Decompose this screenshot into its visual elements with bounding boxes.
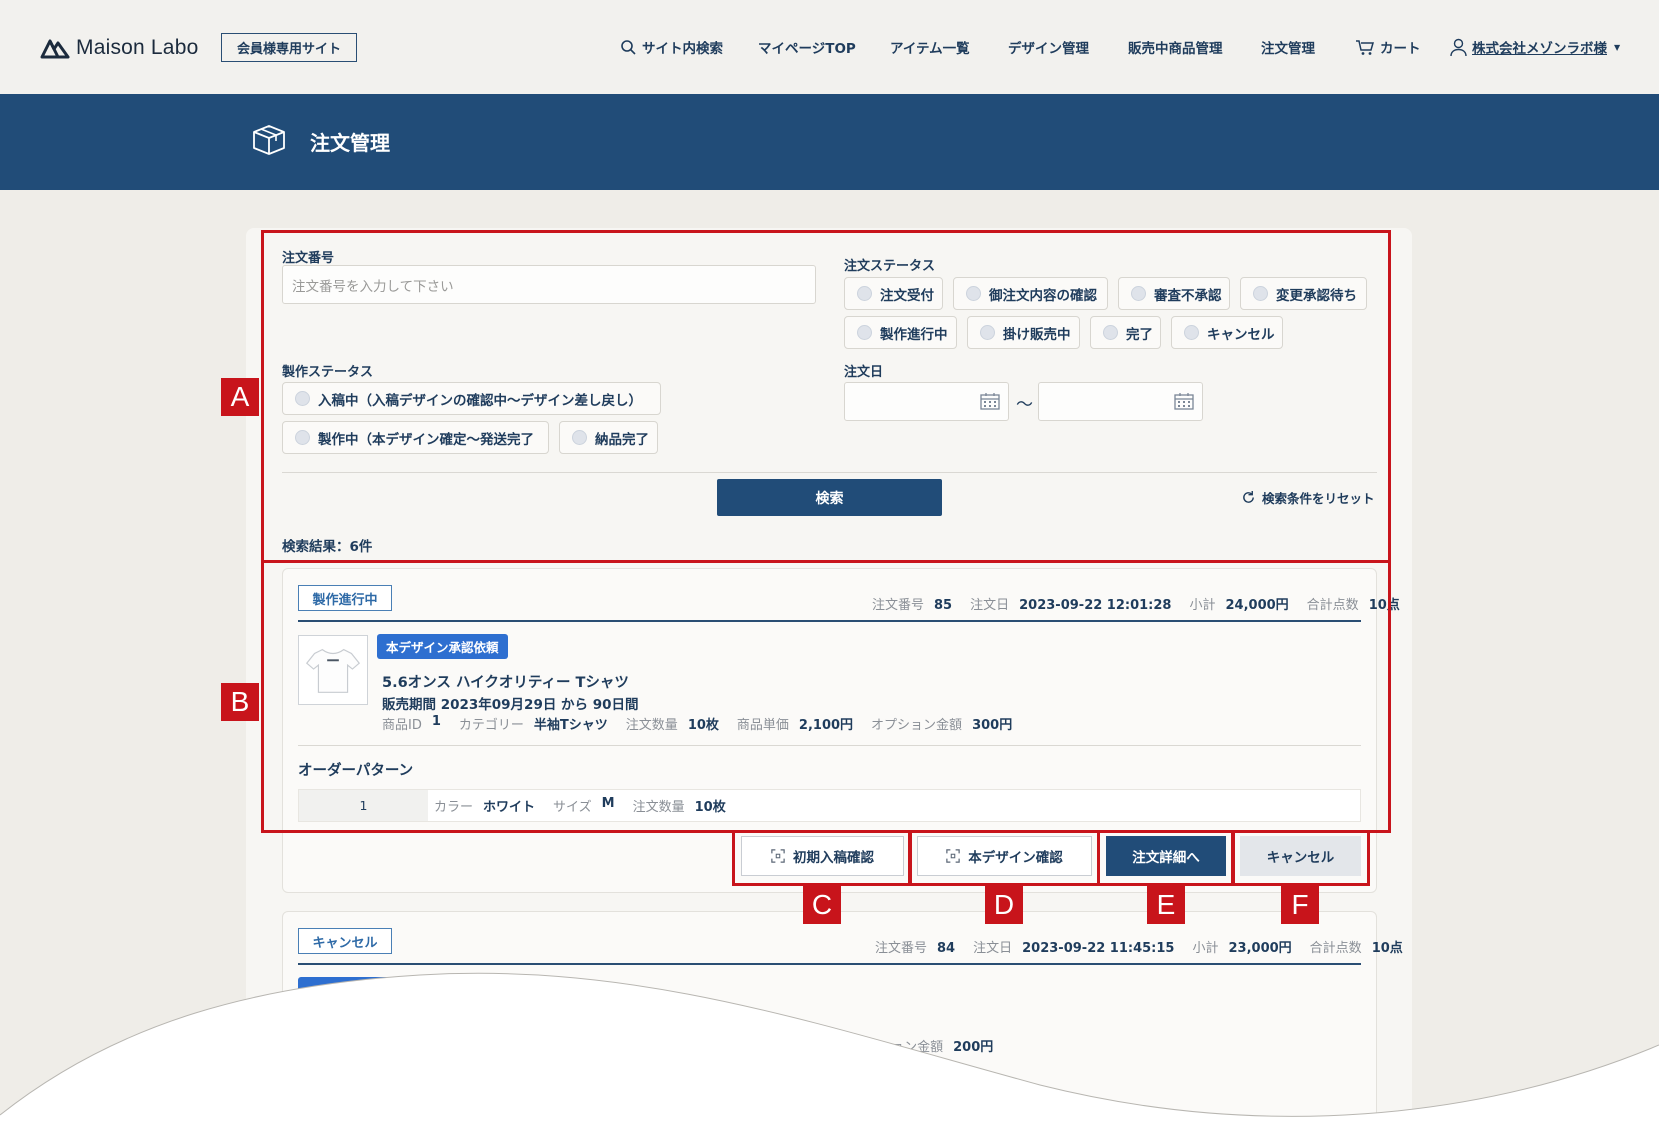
meta-value: 200円 bbox=[953, 1040, 994, 1055]
annotation-box-a bbox=[261, 230, 1391, 563]
nav-site-search[interactable]: サイト内検索 bbox=[620, 37, 723, 57]
site-header: Maison Labo 会員様専用サイト サイト内検索 マイページTOP アイテ… bbox=[0, 0, 1659, 94]
product-meta: 00円 オプション金額 200円 bbox=[803, 1036, 1001, 1055]
nav-order-management[interactable]: 注文管理 bbox=[1261, 37, 1315, 57]
logo-mark-icon bbox=[40, 39, 70, 59]
total-qty: 10点 bbox=[1371, 941, 1403, 956]
annotation-label-b: B bbox=[221, 683, 259, 721]
order-header-rule bbox=[298, 963, 1361, 965]
logo-text: Maison Labo bbox=[76, 36, 199, 59]
annotation-label-d: D bbox=[985, 886, 1023, 924]
annotation-label-e: E bbox=[1147, 886, 1185, 924]
meta-key: オプション金額 bbox=[852, 1040, 944, 1055]
nav-label: カート bbox=[1380, 41, 1421, 57]
order-meta: 注文番号 84 注文日 2023-09-22 11:45:15 小計 23,000円 … bbox=[875, 937, 1403, 956]
annotation-box-f bbox=[1231, 830, 1370, 886]
order-status-tag: キャンセル bbox=[298, 928, 392, 954]
logo[interactable]: Maison Labo bbox=[40, 36, 198, 60]
page-title-bar: 注文管理 bbox=[0, 94, 1659, 190]
annotation-label-c: C bbox=[803, 886, 841, 924]
subtotal: 23,000円 bbox=[1228, 941, 1292, 956]
annotation-label-a: A bbox=[221, 378, 259, 416]
nav-label: マイページTOP bbox=[758, 41, 856, 57]
search-icon bbox=[621, 39, 636, 55]
nav-selling-products[interactable]: 販売中商品管理 bbox=[1128, 37, 1223, 57]
meta-key: 注文番号 bbox=[875, 941, 928, 956]
meta-key: 注文日 bbox=[973, 941, 1013, 956]
annotation-box-b bbox=[261, 560, 1391, 833]
meta-value: 00円 bbox=[803, 1040, 835, 1055]
nav-user-menu[interactable]: 株式会社メゾンラボ様 ▼ bbox=[1450, 37, 1620, 57]
nav-label: デザイン管理 bbox=[1008, 41, 1089, 57]
nav-cart[interactable]: カート bbox=[1355, 37, 1421, 57]
user-name-label: 株式会社メゾンラボ様 bbox=[1472, 41, 1607, 57]
nav-label: 販売中商品管理 bbox=[1128, 41, 1223, 57]
design-approval-request-tag bbox=[298, 977, 506, 1002]
caret-down-icon: ▼ bbox=[1614, 42, 1621, 52]
meta-key: 合計点数 bbox=[1309, 941, 1362, 956]
nav-design-management[interactable]: デザイン管理 bbox=[1008, 37, 1089, 57]
annotation-box-c bbox=[732, 830, 912, 886]
cart-icon bbox=[1356, 39, 1374, 55]
annotation-label-f: F bbox=[1281, 886, 1319, 924]
order-date: 2023-09-22 11:45:15 bbox=[1022, 941, 1175, 956]
meta-key: 小計 bbox=[1192, 941, 1219, 956]
nav-item-list[interactable]: アイテム一覧 bbox=[890, 37, 970, 57]
nav-label: 注文管理 bbox=[1261, 41, 1315, 57]
box-icon bbox=[253, 125, 285, 155]
nav-label: アイテム一覧 bbox=[890, 41, 970, 57]
user-icon bbox=[1450, 38, 1467, 56]
page-title: 注文管理 bbox=[310, 131, 390, 155]
order-number: 84 bbox=[937, 941, 956, 956]
nav-mypage-top[interactable]: マイページTOP bbox=[758, 37, 856, 57]
nav-label: サイト内検索 bbox=[642, 41, 723, 57]
annotation-box-e bbox=[1097, 830, 1235, 886]
annotation-box-d bbox=[908, 830, 1100, 886]
member-site-badge: 会員様専用サイト bbox=[221, 33, 357, 62]
